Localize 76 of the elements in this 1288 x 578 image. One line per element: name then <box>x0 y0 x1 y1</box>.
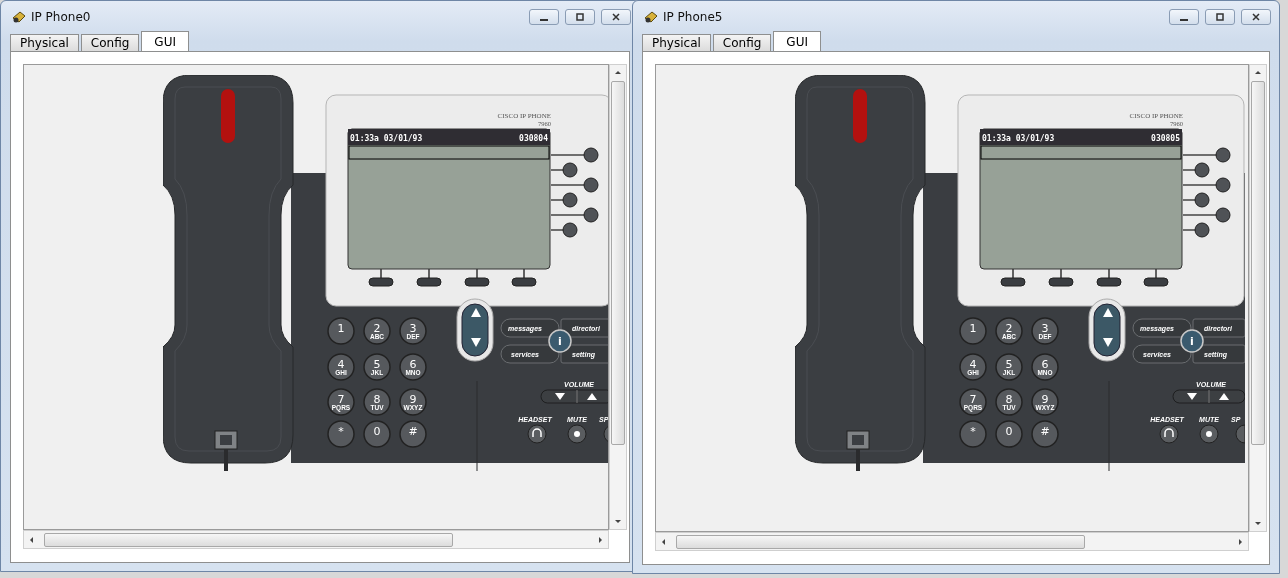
info-button[interactable]: i <box>1180 329 1204 353</box>
horizontal-scrollbar[interactable] <box>23 530 609 549</box>
softkey-button[interactable] <box>1096 268 1122 287</box>
keypad-key[interactable]: 0 <box>363 420 391 448</box>
volume-rocker[interactable] <box>1172 389 1245 404</box>
keypad-key[interactable]: 1 <box>327 317 355 345</box>
softkey-button[interactable] <box>511 268 537 287</box>
line-button[interactable] <box>1182 162 1210 178</box>
headset-button[interactable] <box>1159 424 1179 444</box>
scroll-up-icon[interactable] <box>1254 69 1262 77</box>
close-button[interactable] <box>1241 8 1271 25</box>
softkey-button[interactable] <box>464 268 490 287</box>
line-button[interactable] <box>1182 207 1231 223</box>
tab[interactable]: Config <box>712 34 772 51</box>
scroll-down-icon[interactable] <box>1254 519 1262 527</box>
minimize-icon <box>540 18 548 21</box>
keypad-key[interactable]: * <box>327 420 355 448</box>
minimize-button[interactable] <box>1169 8 1199 25</box>
softkey-button[interactable] <box>368 268 394 287</box>
softkey-button[interactable] <box>1143 268 1169 287</box>
minimize-icon <box>1180 18 1188 21</box>
line-button[interactable] <box>550 192 578 208</box>
navigation-button[interactable] <box>1088 298 1126 362</box>
info-button[interactable]: i <box>548 329 572 353</box>
softkey-button[interactable] <box>1000 268 1026 287</box>
minimize-button[interactable] <box>529 8 559 25</box>
scroll-right-icon[interactable] <box>596 535 604 544</box>
tab[interactable]: Physical <box>10 34 79 51</box>
maximize-icon <box>1214 11 1226 22</box>
status-time: 01:33a 03/01/93 <box>350 133 423 143</box>
keypad-key[interactable]: 1 <box>959 317 987 345</box>
handset-drawing[interactable] <box>163 75 294 471</box>
extension-number: 030804 <box>519 133 548 143</box>
close-button[interactable] <box>601 8 631 25</box>
handset-drawing[interactable] <box>795 75 926 471</box>
maximize-icon <box>574 11 586 22</box>
line-button[interactable] <box>550 147 599 163</box>
line-button[interactable] <box>1182 177 1231 193</box>
keypad-key[interactable]: # <box>399 420 427 448</box>
mute-button[interactable] <box>567 424 587 444</box>
scroll-left-icon[interactable] <box>28 535 36 544</box>
extension-number: 030805 <box>1151 133 1180 143</box>
mute-button[interactable] <box>1199 424 1219 444</box>
scroll-right-icon[interactable] <box>1236 537 1244 546</box>
tab[interactable]: GUI <box>773 31 821 51</box>
window-title: IP Phone5 <box>663 9 724 24</box>
line-button[interactable] <box>550 177 599 193</box>
line-button[interactable] <box>550 207 599 223</box>
headset-button[interactable] <box>527 424 547 444</box>
softkey-button[interactable] <box>1048 268 1074 287</box>
line-button[interactable] <box>1182 222 1210 238</box>
keypad-key[interactable]: # <box>1031 420 1059 448</box>
volume-rocker[interactable] <box>540 389 608 404</box>
close-icon <box>610 11 622 22</box>
maximize-button[interactable] <box>565 8 595 25</box>
line-button[interactable] <box>1182 192 1210 208</box>
softkey-button[interactable] <box>416 268 442 287</box>
navigation-button[interactable] <box>456 298 494 362</box>
vertical-scrollbar[interactable] <box>609 64 627 530</box>
scroll-left-icon[interactable] <box>660 537 668 546</box>
line-button[interactable] <box>550 222 578 238</box>
tab[interactable]: Config <box>80 34 140 51</box>
horizontal-scrollbar[interactable] <box>655 532 1249 551</box>
keypad-key[interactable]: * <box>959 420 987 448</box>
tab[interactable]: Physical <box>642 34 711 51</box>
line-button[interactable] <box>1182 147 1231 163</box>
keypad-key[interactable]: 0 <box>995 420 1023 448</box>
status-time: 01:33a 03/01/93 <box>982 133 1055 143</box>
scroll-up-icon[interactable] <box>614 69 622 77</box>
tab[interactable]: GUI <box>141 31 189 51</box>
close-icon <box>1250 11 1262 22</box>
vertical-scrollbar[interactable] <box>1249 64 1267 532</box>
scroll-down-icon[interactable] <box>614 517 622 525</box>
window-title: IP Phone0 <box>31 9 92 24</box>
line-button[interactable] <box>550 162 578 178</box>
maximize-button[interactable] <box>1205 8 1235 25</box>
